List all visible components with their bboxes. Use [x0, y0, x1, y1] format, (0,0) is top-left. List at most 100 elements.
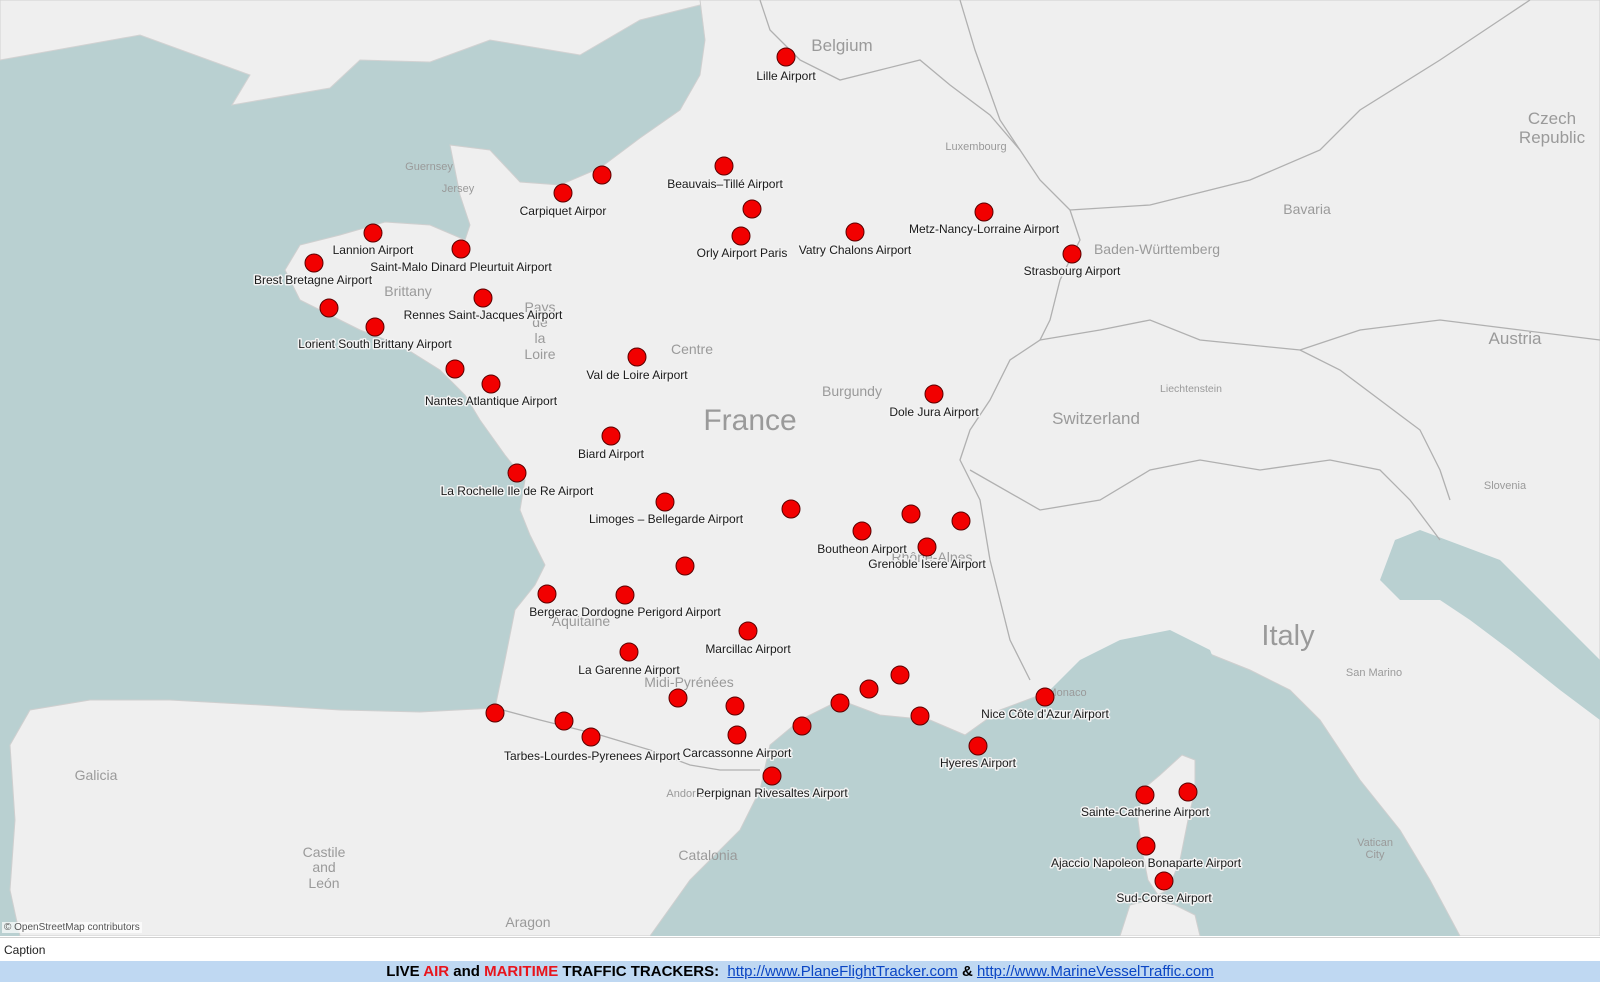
airport-marker[interactable] [485, 703, 505, 723]
airport-marker[interactable] [1062, 244, 1082, 264]
airport-label-saint-malo: Saint-Malo Dinard Pleurtuit Airport [370, 260, 552, 274]
airport-label-grenoble: Grenoble Isere Airport [868, 557, 986, 571]
airport-marker[interactable] [968, 736, 988, 756]
airport-marker[interactable] [554, 711, 574, 731]
airport-marker[interactable] [627, 347, 647, 367]
label-san-marino: San Marino [1346, 667, 1402, 679]
airport-marker[interactable] [731, 226, 751, 246]
airport-label-marcillac: Marcillac Airport [705, 642, 791, 656]
airport-marker[interactable] [762, 766, 782, 786]
airport-marker[interactable] [619, 642, 639, 662]
airport-label-val-de-loire: Val de Loire Airport [586, 368, 688, 382]
label-guernsey: Guernsey [405, 161, 453, 173]
footer-text-ampersand: & [957, 963, 977, 980]
footer-text-trackers: TRAFFIC TRACKERS: [558, 963, 728, 980]
label-switzerland: Switzerland [1052, 409, 1140, 428]
airport-marker[interactable] [910, 706, 930, 726]
label-liechtenstein: Liechtenstein [1160, 383, 1222, 395]
airport-label-tarbes: Tarbes-Lourdes-Pyrenees Airport [504, 749, 681, 763]
airport-marker[interactable] [792, 716, 812, 736]
airport-label-lille: Lille Airport [756, 69, 816, 83]
airport-label-lorient: Lorient South Brittany Airport [298, 337, 452, 351]
label-catalonia: Catalonia [678, 847, 737, 863]
airport-marker[interactable] [668, 688, 688, 708]
airport-marker[interactable] [675, 556, 695, 576]
airport-marker[interactable] [1154, 871, 1174, 891]
airport-marker[interactable] [451, 239, 471, 259]
label-vatican-line1: Vatican [1357, 837, 1393, 849]
airport-marker[interactable] [859, 679, 879, 699]
airport-label-dole: Dole Jura Airport [889, 405, 979, 419]
label-belgium: Belgium [811, 36, 872, 55]
airport-marker[interactable] [890, 665, 910, 685]
airport-marker[interactable] [304, 253, 324, 273]
airport-marker[interactable] [830, 693, 850, 713]
label-castile-line3: León [308, 875, 339, 891]
airport-marker[interactable] [365, 317, 385, 337]
label-czech: Czech Republic [1519, 109, 1586, 147]
airport-marker[interactable] [655, 492, 675, 512]
airport-marker[interactable] [845, 222, 865, 242]
airport-marker[interactable] [601, 426, 621, 446]
plane-tracker-link[interactable]: http://www.PlaneFlightTracker.com [727, 963, 957, 980]
airport-marker[interactable] [592, 165, 612, 185]
caption-bar: Caption [0, 937, 1600, 962]
label-baden: Baden-Württemberg [1094, 241, 1220, 257]
airport-marker[interactable] [725, 696, 745, 716]
airport-marker[interactable] [974, 202, 994, 222]
airport-marker[interactable] [738, 621, 758, 641]
airport-label-la-rochelle: La Rochelle Ile de Re Airport [441, 484, 594, 498]
airport-marker[interactable] [553, 183, 573, 203]
label-slovenia: Slovenia [1484, 480, 1527, 492]
label-luxembourg: Luxembourg [945, 141, 1006, 153]
airport-marker[interactable] [1136, 836, 1156, 856]
airport-label-boutheon: Boutheon Airport [817, 542, 907, 556]
airport-marker[interactable] [1135, 785, 1155, 805]
airport-marker[interactable] [714, 156, 734, 176]
airport-marker[interactable] [319, 298, 339, 318]
airport-marker[interactable] [852, 521, 872, 541]
airport-label-vatry: Vatry Chalons Airport [799, 243, 912, 257]
airport-marker[interactable] [924, 384, 944, 404]
map-attribution: © OpenStreetMap contributors [2, 922, 142, 933]
airport-label-brest: Brest Bretagne Airport [254, 273, 373, 287]
airport-marker[interactable] [481, 374, 501, 394]
airport-marker[interactable] [742, 199, 762, 219]
label-galicia: Galicia [75, 767, 118, 783]
map-canvas[interactable]: Belgium France Czech Republic Bavaria Bad… [0, 0, 1600, 936]
footer-text-air: AIR [423, 963, 450, 980]
label-france: France [703, 404, 796, 437]
airport-label-limoges: Limoges – Bellegarde Airport [589, 512, 744, 526]
airport-label-hyeres: Hyeres Airport [940, 756, 1017, 770]
airport-marker[interactable] [776, 47, 796, 67]
airport-label-perpignan: Perpignan Rivesaltes Airport [696, 786, 848, 800]
airport-marker[interactable] [951, 511, 971, 531]
label-castile-line1: Castile [303, 844, 346, 860]
airport-label-lannion: Lannion Airport [333, 243, 414, 257]
airport-marker[interactable] [615, 585, 635, 605]
airport-marker[interactable] [781, 499, 801, 519]
label-jersey: Jersey [442, 183, 475, 195]
label-brittany: Brittany [384, 283, 431, 299]
airport-marker[interactable] [363, 223, 383, 243]
airport-marker[interactable] [917, 537, 937, 557]
airport-label-carpiquet: Carpiquet Airpor [520, 204, 607, 218]
vessel-traffic-link[interactable]: http://www.MarineVesselTraffic.com [977, 963, 1214, 980]
airport-label-ajaccio: Ajaccio Napoleon Bonaparte Airport [1051, 856, 1242, 870]
airport-label-sud-corse: Sud-Corse Airport [1116, 891, 1212, 905]
airport-marker[interactable] [473, 288, 493, 308]
airport-marker[interactable] [537, 584, 557, 604]
airport-marker[interactable] [727, 725, 747, 745]
map-view[interactable]: Belgium France Czech Republic Bavaria Bad… [0, 0, 1600, 936]
airport-marker[interactable] [901, 504, 921, 524]
label-czech-line1: Czech [1528, 109, 1576, 128]
airport-marker[interactable] [1178, 782, 1198, 802]
label-centre: Centre [671, 341, 713, 357]
airport-label-biard: Biard Airport [578, 447, 645, 461]
airport-marker[interactable] [507, 463, 527, 483]
airport-marker[interactable] [445, 359, 465, 379]
label-pays-line3: la [535, 330, 546, 346]
airport-marker[interactable] [1035, 687, 1055, 707]
airport-label-carcassonne: Carcassonne Airport [683, 746, 792, 760]
airport-marker[interactable] [581, 727, 601, 747]
